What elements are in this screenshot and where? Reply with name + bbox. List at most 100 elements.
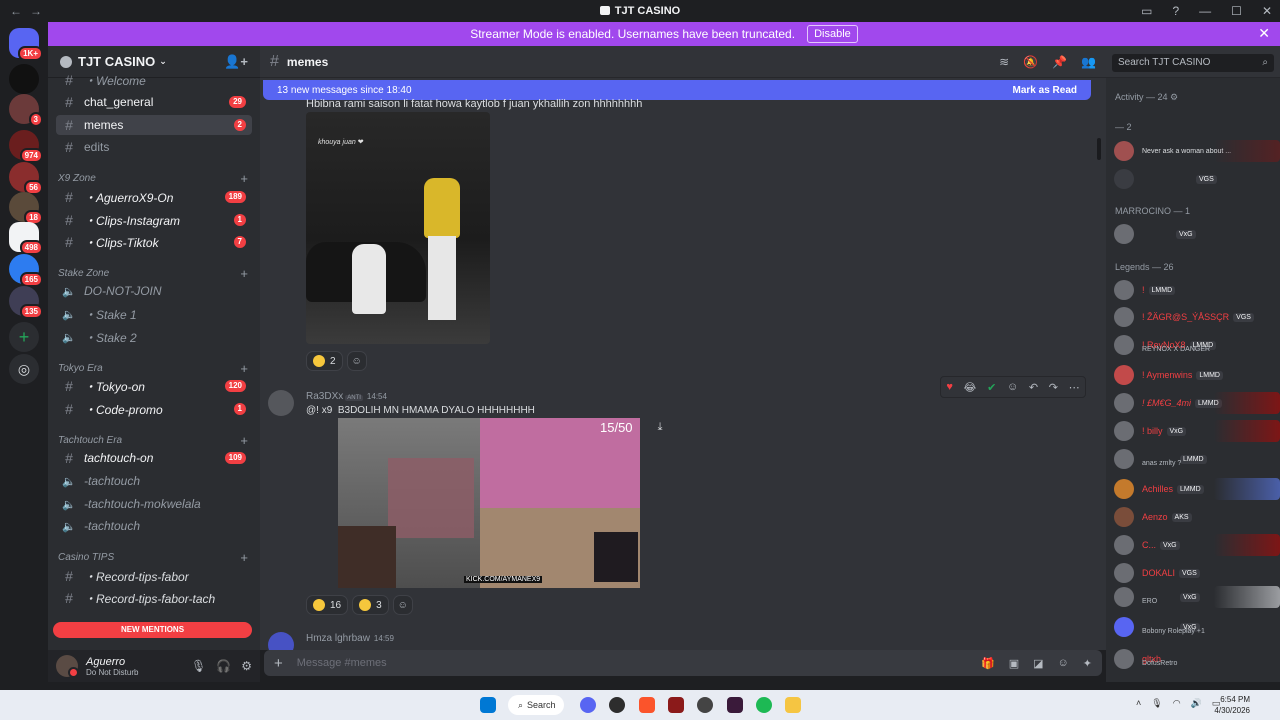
category-x9-zone[interactable]: X9 Zone + xyxy=(58,171,248,186)
microphone-icon[interactable]: 🎙 xyxy=(191,659,206,673)
add-channel-icon[interactable]: + xyxy=(240,361,248,376)
reaction-laugh[interactable]: 2 xyxy=(306,351,343,371)
add-server-button[interactable]: + xyxy=(9,322,39,352)
new-messages-bar[interactable]: 13 new messages since 18:40 Mark as Read xyxy=(263,80,1091,100)
direct-messages-button[interactable]: 1K+ xyxy=(9,28,43,61)
member-row[interactable]: Achilles LMMD xyxy=(1114,478,1280,500)
invite-icon[interactable]: 👤+ xyxy=(224,54,248,70)
add-reaction-button[interactable]: ☺ xyxy=(346,351,367,371)
server-icon[interactable]: 18 xyxy=(9,192,43,225)
voice-tachtouch-2[interactable]: 🔈 -tachtouch xyxy=(56,516,252,536)
server-icon[interactable]: 974 xyxy=(9,130,43,163)
add-channel-icon[interactable]: + xyxy=(240,266,248,281)
member-row[interactable]: LMMD anas zmlty ? xyxy=(1114,448,1280,470)
app-taskbar-icon[interactable] xyxy=(668,697,684,713)
pin-icon[interactable]: 📌 xyxy=(1052,55,1067,69)
taskbar-search[interactable]: ⌕ Search xyxy=(508,695,564,715)
member-row[interactable]: VGS xyxy=(1114,168,1280,190)
member-row[interactable]: ! LMMD xyxy=(1114,279,1280,301)
server-icon[interactable]: 56 xyxy=(9,162,43,195)
clock[interactable]: 6:54 PM 4/30/2026 xyxy=(1214,694,1250,716)
more-icon[interactable]: ⋯ xyxy=(1069,381,1080,394)
add-reaction-icon[interactable]: ☺ xyxy=(1007,381,1018,393)
mark-as-read-button[interactable]: Mark as Read xyxy=(1013,85,1077,96)
channel-record-tips-fabor[interactable]: # ・Record-tips-fabor xyxy=(56,566,252,586)
member-row[interactable]: VxG ERO xyxy=(1114,586,1280,608)
server-icon-active[interactable]: 498 xyxy=(9,222,43,255)
emoji-icon[interactable]: ☺ xyxy=(1058,657,1069,670)
channel-tachtouch-on[interactable]: # tachtouch-on 109 xyxy=(56,448,252,468)
channel-record-tips-fabor-tach[interactable]: # ・Record-tips-fabor-tach xyxy=(56,588,252,608)
channel-clips-instagram[interactable]: # ・Clips-Instagram 1 xyxy=(56,210,252,230)
member-row[interactable]: ! ŽÄGR@S_ỶÅSSÇR VGS xyxy=(1114,306,1280,328)
reaction-laugh[interactable]: 16 xyxy=(306,595,349,615)
app-taskbar-icon[interactable] xyxy=(609,697,625,713)
activity-header[interactable]: Activity — 24 ⚙ xyxy=(1115,92,1178,103)
user-info[interactable]: Aguerro Do Not Disturb xyxy=(86,656,138,677)
upload-plus-icon[interactable]: + xyxy=(274,655,283,672)
apps-icon[interactable]: ✦ xyxy=(1083,657,1092,670)
channel-edits[interactable]: # edits xyxy=(56,137,252,157)
add-reaction-button[interactable]: ☺ xyxy=(392,595,413,615)
discover-icon[interactable]: ◎ xyxy=(9,354,39,384)
server-icon[interactable]: 3 xyxy=(9,94,43,127)
member-row[interactable]: DOKALI VGS xyxy=(1114,562,1280,584)
channel-aguerro[interactable]: # ・AguerroX9-On 189 xyxy=(56,187,252,207)
volume-icon[interactable]: 🔊 xyxy=(1191,698,1202,709)
windows-start-icon[interactable] xyxy=(480,697,496,713)
message-author[interactable]: Ra3DXx ANTI 14:54 xyxy=(306,391,387,402)
image-attachment[interactable]: khouya juan ❤ xyxy=(306,112,490,344)
video-attachment[interactable]: 15/50 KICK.COM/AYMANEX9 xyxy=(338,418,640,588)
member-list-icon[interactable]: 👥 xyxy=(1081,55,1096,69)
voice-tachtouch-mokwelala[interactable]: 🔈 -tachtouch-mokwelala xyxy=(56,494,252,514)
help-icon[interactable]: ? xyxy=(1172,4,1179,18)
member-row[interactable]: ! £M€G_4mi LMMD xyxy=(1114,392,1280,414)
member-row[interactable]: Never ask a woman about ... xyxy=(1114,140,1280,162)
sticker-icon[interactable]: ◪ xyxy=(1033,657,1043,670)
disable-streamer-button[interactable]: Disable xyxy=(807,25,858,43)
message-input[interactable]: Message #memes xyxy=(297,657,387,669)
back-icon[interactable]: ← xyxy=(10,4,22,18)
channel-code-promo[interactable]: # ・Code-promo 1 xyxy=(56,399,252,419)
heart-icon[interactable]: ♥ xyxy=(946,381,953,393)
member-row[interactable]: VxG xyxy=(1114,223,1280,245)
mute-bell-icon[interactable]: 🔕 xyxy=(1023,55,1038,69)
server-icon[interactable]: 135 xyxy=(9,286,43,319)
laughing-emoji-icon[interactable]: 😂 xyxy=(964,381,977,394)
brave-icon[interactable] xyxy=(639,697,655,713)
voice-stake-2[interactable]: 🔈 ・Stake 2 xyxy=(56,327,252,347)
app-taskbar-icon[interactable] xyxy=(727,697,743,713)
category-stake-zone[interactable]: Stake Zone + xyxy=(58,266,248,281)
chat-scrollbar[interactable] xyxy=(1097,138,1101,160)
category-casino-tips[interactable]: Casino TIPS + xyxy=(58,550,248,565)
check-icon[interactable]: ✔ xyxy=(987,381,996,394)
maximize-button[interactable]: ☐ xyxy=(1231,4,1242,18)
forward-icon[interactable]: ↷ xyxy=(1049,381,1058,394)
member-row[interactable]: gltxh DofusRetro xyxy=(1114,648,1280,670)
minimize-button[interactable]: — xyxy=(1199,4,1211,18)
channel-tokyo-on[interactable]: # ・Tokyo-on 120 xyxy=(56,376,252,396)
close-icon[interactable]: ✕ xyxy=(1258,25,1270,42)
channel-memes[interactable]: # memes 2 xyxy=(56,115,252,135)
server-icon[interactable] xyxy=(9,64,39,94)
chevron-up-icon[interactable]: ˄ xyxy=(1136,698,1141,709)
voice-stake-1[interactable]: 🔈 ・Stake 1 xyxy=(56,304,252,324)
avatar[interactable] xyxy=(56,655,79,678)
search-input[interactable]: Search TJT CASINO ⌕ xyxy=(1112,54,1274,72)
category-tokyo-era[interactable]: Tokyo Era + xyxy=(58,361,248,376)
close-window-button[interactable]: ✕ xyxy=(1262,4,1272,18)
gif-icon[interactable]: ▣ xyxy=(1009,657,1019,670)
file-explorer-icon[interactable] xyxy=(785,697,801,713)
threads-icon[interactable]: ≋ xyxy=(999,55,1009,69)
add-channel-icon[interactable]: + xyxy=(240,433,248,448)
voice-tachtouch[interactable]: 🔈 -tachtouch xyxy=(56,471,252,491)
inbox-icon[interactable]: ▭ xyxy=(1141,4,1152,18)
forward-icon[interactable]: → xyxy=(30,4,42,18)
download-icon[interactable]: ⤓ xyxy=(649,421,671,441)
server-icon[interactable]: 165 xyxy=(9,254,43,287)
member-row[interactable]: ! Aymenwins LMMD xyxy=(1114,364,1280,386)
discord-taskbar-icon[interactable] xyxy=(580,697,596,713)
member-row[interactable]: C... VxG xyxy=(1114,534,1280,556)
avatar[interactable] xyxy=(268,390,294,416)
channel-welcome[interactable]: # ・Welcome xyxy=(56,70,252,90)
